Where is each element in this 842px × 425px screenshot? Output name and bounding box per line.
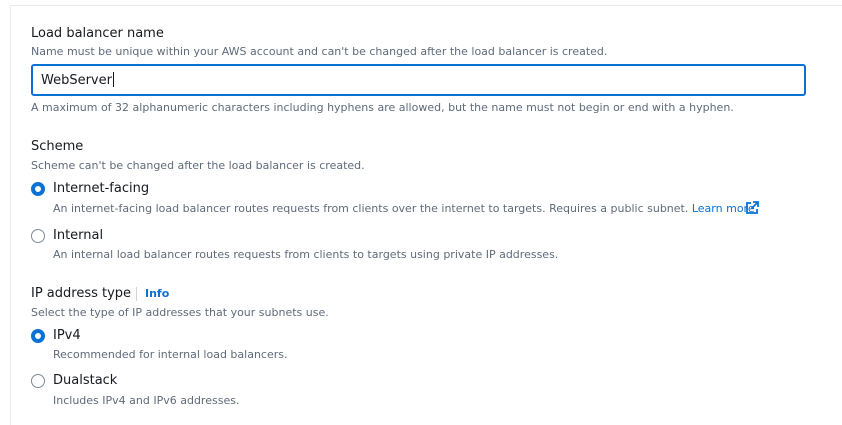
name-label: Load balancer name — [31, 26, 164, 41]
option-ipv4-label[interactable]: IPv4 — [53, 328, 81, 343]
option-internet-facing-label[interactable]: Internet-facing — [53, 181, 149, 196]
option-dualstack-label[interactable]: Dualstack — [53, 373, 117, 388]
info-link[interactable]: Info — [145, 287, 169, 300]
radio-internal[interactable] — [31, 229, 45, 243]
label-divider — [136, 287, 137, 301]
radio-internet-facing[interactable] — [31, 182, 45, 196]
option-dualstack-description: Includes IPv4 and IPv6 addresses. — [53, 394, 240, 407]
ip-type-description: Select the type of IP addresses that you… — [31, 306, 329, 319]
load-balancer-name-input[interactable]: WebServer — [31, 64, 806, 96]
text-caret — [112, 72, 114, 87]
radio-ipv4[interactable] — [31, 329, 45, 343]
load-balancer-name-value: WebServer — [41, 72, 114, 88]
ip-type-label: IP address type — [31, 286, 132, 301]
name-constraint: A maximum of 32 alphanumeric characters … — [31, 101, 734, 114]
option-internal-label[interactable]: Internal — [53, 228, 103, 243]
radio-dualstack[interactable] — [31, 374, 45, 388]
scheme-description: Scheme can't be changed after the load b… — [31, 159, 365, 172]
option-internet-facing-description: An internet-facing load balancer routes … — [53, 202, 755, 215]
external-link-icon[interactable] — [745, 201, 759, 215]
option-internal-description: An internal load balancer routes request… — [53, 248, 559, 261]
option-ipv4-description: Recommended for internal load balancers. — [53, 348, 288, 361]
name-description: Name must be unique within your AWS acco… — [31, 45, 608, 58]
scheme-label: Scheme — [31, 139, 84, 154]
